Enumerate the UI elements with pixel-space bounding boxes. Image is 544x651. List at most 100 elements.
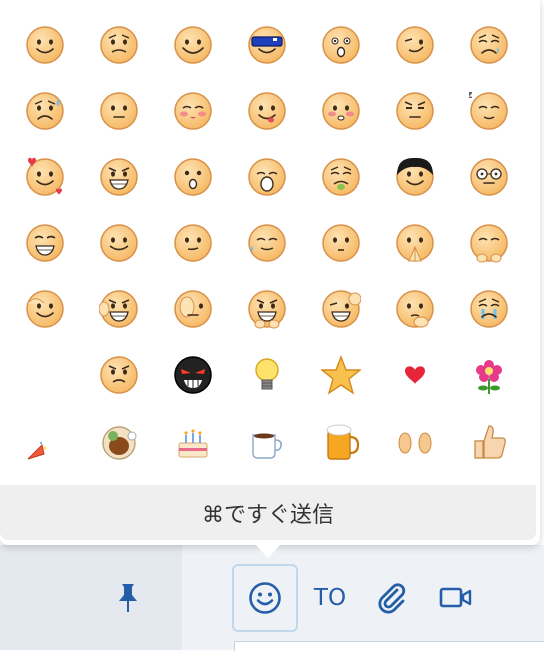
emoji-puzzled[interactable] xyxy=(168,218,218,268)
thumbs-up-icon xyxy=(474,425,506,459)
pin-button[interactable] xyxy=(108,578,148,618)
emoji-party-popper[interactable] xyxy=(20,416,70,466)
emoji-bow[interactable] xyxy=(464,218,514,268)
dark-hair-icon xyxy=(396,157,434,196)
wink-peace-icon xyxy=(322,290,361,328)
emoji-clap[interactable] xyxy=(94,284,144,334)
send-shortcut-hint: ⌘ですぐ送信 xyxy=(0,485,536,540)
clap-icon xyxy=(99,290,138,328)
emoji-cry[interactable] xyxy=(464,20,514,70)
pray-icon xyxy=(396,224,434,262)
emoji-nervous[interactable] xyxy=(242,218,292,268)
listen-icon xyxy=(174,290,212,328)
emoji-pray[interactable] xyxy=(390,218,440,268)
emoji-empty xyxy=(20,350,70,400)
emoji-love[interactable] xyxy=(20,152,70,202)
emoji-lightbulb[interactable] xyxy=(242,350,292,400)
beer-icon xyxy=(326,424,360,460)
emoji-yawn[interactable] xyxy=(242,152,292,202)
emoji-smile[interactable] xyxy=(20,20,70,70)
video-icon xyxy=(439,587,472,608)
smiley-icon xyxy=(249,582,281,614)
smile-icon xyxy=(26,26,64,64)
sunglasses-icon xyxy=(248,26,286,64)
content-icon xyxy=(100,224,138,262)
puzzled-icon xyxy=(174,224,212,262)
emoji-weep[interactable] xyxy=(464,284,514,334)
devil-icon xyxy=(174,356,212,394)
clap-hands-icon xyxy=(398,432,432,454)
emoji-sunglasses[interactable] xyxy=(242,20,292,70)
emoji-angry[interactable] xyxy=(94,350,144,400)
flower-icon xyxy=(476,360,502,394)
emoji-sick[interactable] xyxy=(316,152,366,202)
emoji-heart[interactable] xyxy=(390,350,440,400)
emoji-blush[interactable] xyxy=(168,86,218,136)
emoji-grin[interactable] xyxy=(94,152,144,202)
emoji-chicken[interactable] xyxy=(94,416,144,466)
emoji-happy[interactable] xyxy=(168,20,218,70)
emoji-uncertain[interactable] xyxy=(242,284,292,334)
emoji-big-grin[interactable] xyxy=(20,218,70,268)
cry-icon xyxy=(470,26,508,64)
emoji-listen[interactable] xyxy=(168,284,218,334)
emoji-clap-hands[interactable] xyxy=(390,416,440,466)
emoji-coffee[interactable] xyxy=(242,416,292,466)
emoji-dark-hair[interactable] xyxy=(390,152,440,202)
grimace-icon xyxy=(100,26,138,64)
popup-arrow xyxy=(256,545,280,558)
heart-icon xyxy=(405,366,425,384)
emoji-grimace[interactable] xyxy=(94,20,144,70)
sweat-icon xyxy=(26,92,64,130)
empty-icon xyxy=(25,355,65,395)
uncertain-icon xyxy=(248,290,286,329)
emoji-annoyed[interactable] xyxy=(390,86,440,136)
to-button[interactable]: TO xyxy=(308,580,352,616)
emoji-devil[interactable] xyxy=(168,350,218,400)
star-icon xyxy=(321,355,361,395)
yawn-icon xyxy=(248,158,286,196)
sick-icon xyxy=(322,158,360,196)
angry-icon xyxy=(100,356,138,394)
emoji-flower[interactable] xyxy=(464,350,514,400)
emoji-think[interactable] xyxy=(390,284,440,334)
grin-icon xyxy=(100,158,138,196)
emoji-button[interactable] xyxy=(232,564,298,632)
annoyed-icon xyxy=(396,92,434,130)
big-grin-icon xyxy=(26,224,64,262)
emoji-tongue[interactable] xyxy=(242,86,292,136)
emoji-blank[interactable] xyxy=(94,86,144,136)
emoji-cake[interactable] xyxy=(168,416,218,466)
blank-icon xyxy=(100,92,138,130)
emoji-shocked[interactable] xyxy=(168,152,218,202)
emoji-wink-peace[interactable] xyxy=(316,284,366,334)
emoji-surprised[interactable] xyxy=(316,20,366,70)
emoji-salute[interactable] xyxy=(20,284,70,334)
salute-icon xyxy=(26,290,64,328)
emoji-thumbs-up[interactable] xyxy=(464,416,514,466)
emoji-beer[interactable] xyxy=(316,416,366,466)
emoji-content[interactable] xyxy=(94,218,144,268)
attach-button[interactable] xyxy=(372,578,412,618)
emoji-wink[interactable] xyxy=(390,20,440,70)
emoji-sweat[interactable] xyxy=(20,86,70,136)
emoji-glasses[interactable] xyxy=(464,152,514,202)
paperclip-icon xyxy=(378,583,406,614)
chicken-icon xyxy=(102,426,137,460)
svg-text:z: z xyxy=(469,91,472,101)
video-button[interactable] xyxy=(436,578,476,618)
emoji-flushed[interactable] xyxy=(316,86,366,136)
emoji-star[interactable] xyxy=(316,350,366,400)
weep-icon xyxy=(470,290,508,328)
shocked-icon xyxy=(174,158,212,196)
emoji-sleepy[interactable]: z xyxy=(464,86,514,136)
think-icon xyxy=(396,290,434,328)
cake-icon xyxy=(178,429,208,458)
emoji-picker-popup: z ⌘ですぐ送信 xyxy=(0,0,540,545)
love-icon xyxy=(26,157,64,196)
left-panel xyxy=(0,545,182,650)
emoji-grid: z xyxy=(0,0,540,480)
emoji-shy[interactable] xyxy=(316,218,366,268)
surprised-icon xyxy=(322,26,360,64)
flushed-icon xyxy=(322,92,360,130)
